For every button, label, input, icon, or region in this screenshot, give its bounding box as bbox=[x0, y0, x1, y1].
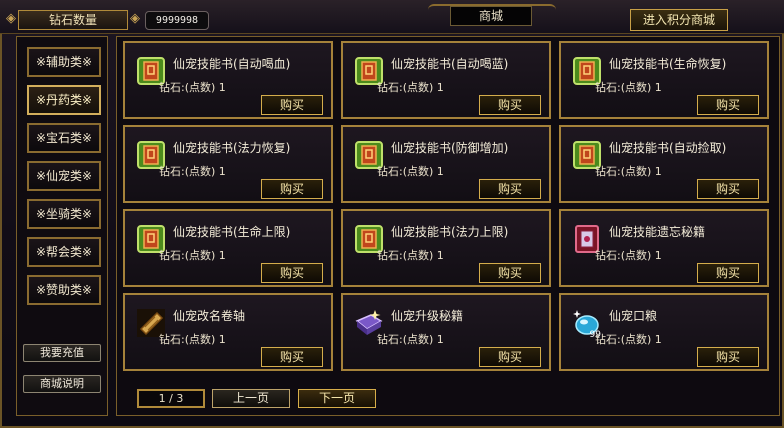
next-page-button[interactable]: 下一页 bbox=[298, 389, 376, 408]
category-sponsor[interactable]: ※赞助类※ bbox=[27, 275, 101, 305]
item-price: 钻石:(点数) 1 bbox=[159, 165, 226, 178]
item-card: 仙宠技能书(生命上限) 钻石:(点数) 1 购买 bbox=[123, 209, 333, 287]
shop-help-button[interactable]: 商城说明 bbox=[23, 375, 101, 393]
item-card: 仙宠改名卷轴 钻石:(点数) 1 购买 bbox=[123, 293, 333, 371]
item-card: 99 仙宠口粮 钻石:(点数) 1 购买 bbox=[559, 293, 769, 371]
item-price: 钻石:(点数) 1 bbox=[159, 81, 226, 94]
item-price: 钻石:(点数) 1 bbox=[159, 249, 226, 262]
page-indicator: 1 / 3 bbox=[137, 389, 205, 408]
diamond-count-label: 钻石数量 bbox=[18, 10, 128, 30]
enter-points-shop-button[interactable]: 进入积分商城 bbox=[630, 9, 728, 31]
item-name: 仙宠技能书(自动捡取) bbox=[609, 141, 727, 155]
category-sidebar: ※辅助类※ ※丹药类※ ※宝石类※ ※仙宠类※ ※坐骑类※ ※帮会类※ ※赞助类… bbox=[16, 36, 108, 416]
item-card: 仙宠技能书(生命恢复) 钻石:(点数) 1 购买 bbox=[559, 41, 769, 119]
item-card: 仙宠升级秘籍 钻石:(点数) 1 购买 bbox=[341, 293, 551, 371]
category-guild[interactable]: ※帮会类※ bbox=[27, 237, 101, 267]
page-title: 商城 bbox=[450, 6, 532, 26]
category-assist[interactable]: ※辅助类※ bbox=[27, 47, 101, 77]
item-card: 仙宠技能书(自动喝蓝) 钻石:(点数) 1 购买 bbox=[341, 41, 551, 119]
item-price: 钻石:(点数) 1 bbox=[595, 249, 662, 262]
item-card: 仙宠技能书(法力恢复) 钻石:(点数) 1 购买 bbox=[123, 125, 333, 203]
buy-button[interactable]: 购买 bbox=[697, 263, 759, 283]
item-name: 仙宠技能书(防御增加) bbox=[391, 141, 509, 155]
category-elixir[interactable]: ※丹药类※ bbox=[27, 85, 101, 115]
buy-button[interactable]: 购买 bbox=[697, 95, 759, 115]
item-price: 钻石:(点数) 1 bbox=[159, 333, 226, 346]
left-ornament-icon: ◈ bbox=[6, 11, 16, 26]
item-grid: 仙宠技能书(自动喝血) 钻石:(点数) 1 购买 仙宠技能书(自动喝蓝) 钻石:… bbox=[116, 36, 780, 416]
item-name: 仙宠技能书(自动喝血) bbox=[173, 57, 291, 71]
buy-button[interactable]: 购买 bbox=[479, 95, 541, 115]
item-price: 钻石:(点数) 1 bbox=[595, 81, 662, 94]
item-name: 仙宠改名卷轴 bbox=[173, 309, 246, 323]
item-name: 仙宠口粮 bbox=[609, 309, 658, 323]
item-card: 仙宠技能书(自动捡取) 钻石:(点数) 1 购买 bbox=[559, 125, 769, 203]
recharge-button[interactable]: 我要充值 bbox=[23, 344, 101, 362]
category-pet[interactable]: ※仙宠类※ bbox=[27, 161, 101, 191]
item-name: 仙宠技能书(生命恢复) bbox=[609, 57, 727, 71]
item-price: 钻石:(点数) 1 bbox=[595, 333, 662, 346]
buy-button[interactable]: 购买 bbox=[261, 179, 323, 199]
buy-button[interactable]: 购买 bbox=[479, 263, 541, 283]
item-price: 钻石:(点数) 1 bbox=[377, 249, 444, 262]
buy-button[interactable]: 购买 bbox=[479, 179, 541, 199]
prev-page-button[interactable]: 上一页 bbox=[212, 389, 290, 408]
item-name: 仙宠技能书(生命上限) bbox=[173, 225, 291, 239]
item-card: 仙宠技能遗忘秘籍 钻石:(点数) 1 购买 bbox=[559, 209, 769, 287]
category-gem[interactable]: ※宝石类※ bbox=[27, 123, 101, 153]
item-name: 仙宠升级秘籍 bbox=[391, 309, 464, 323]
item-card: 仙宠技能书(防御增加) 钻石:(点数) 1 购买 bbox=[341, 125, 551, 203]
top-bar: ◈ 钻石数量 ◈ 9999998 商城 进入积分商城 bbox=[0, 0, 784, 34]
item-price: 钻石:(点数) 1 bbox=[595, 165, 662, 178]
buy-button[interactable]: 购买 bbox=[697, 347, 759, 367]
item-card: 仙宠技能书(法力上限) 钻石:(点数) 1 购买 bbox=[341, 209, 551, 287]
item-name: 仙宠技能遗忘秘籍 bbox=[609, 225, 706, 239]
item-price: 钻石:(点数) 1 bbox=[377, 165, 444, 178]
item-name: 仙宠技能书(法力上限) bbox=[391, 225, 509, 239]
diamond-count-value: 9999998 bbox=[145, 11, 209, 30]
item-price: 钻石:(点数) 1 bbox=[377, 81, 444, 94]
item-name: 仙宠技能书(自动喝蓝) bbox=[391, 57, 509, 71]
right-ornament-icon: ◈ bbox=[130, 11, 140, 26]
item-card: 仙宠技能书(自动喝血) 钻石:(点数) 1 购买 bbox=[123, 41, 333, 119]
item-price: 钻石:(点数) 1 bbox=[377, 333, 444, 346]
buy-button[interactable]: 购买 bbox=[261, 263, 323, 283]
buy-button[interactable]: 购买 bbox=[697, 179, 759, 199]
buy-button[interactable]: 购买 bbox=[261, 95, 323, 115]
item-name: 仙宠技能书(法力恢复) bbox=[173, 141, 291, 155]
category-mount[interactable]: ※坐骑类※ bbox=[27, 199, 101, 229]
buy-button[interactable]: 购买 bbox=[479, 347, 541, 367]
buy-button[interactable]: 购买 bbox=[261, 347, 323, 367]
